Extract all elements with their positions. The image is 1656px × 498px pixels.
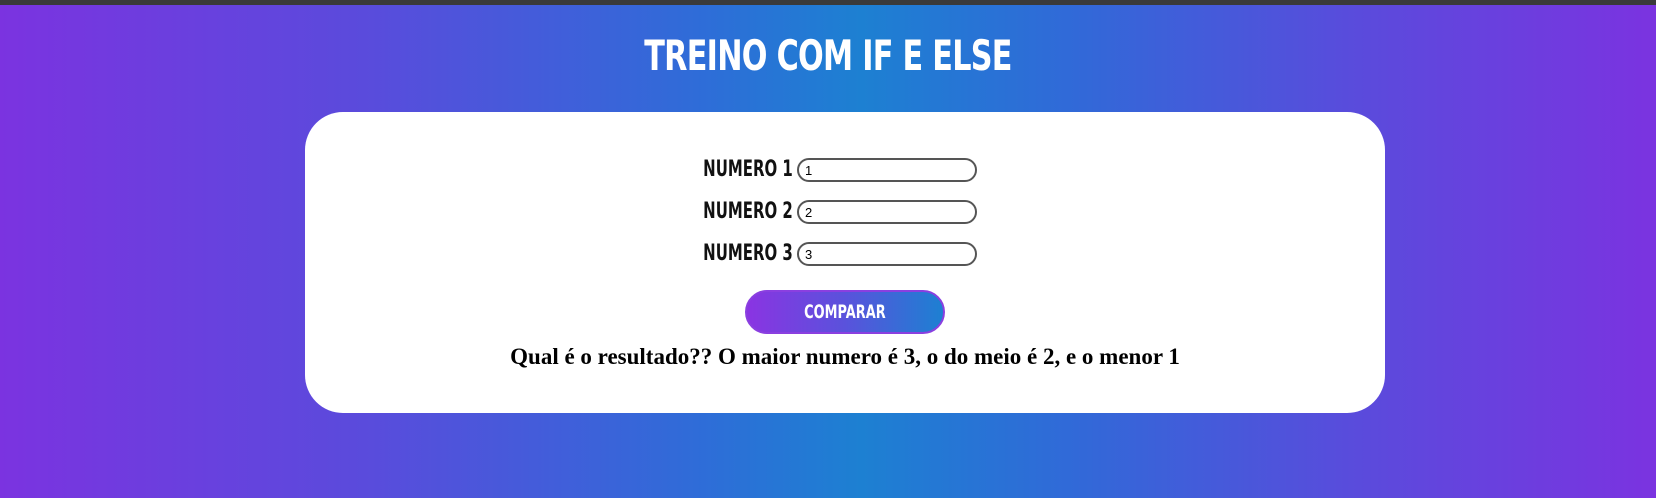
- numero-3-input[interactable]: [797, 242, 977, 266]
- field-row-numero-2: NUMERO 2: [305, 198, 1385, 228]
- numero-1-input[interactable]: [797, 158, 977, 182]
- numero-1-label: NUMERO 1: [703, 157, 793, 182]
- numero-2-label: NUMERO 2: [703, 199, 793, 224]
- numero-3-label: NUMERO 3: [703, 241, 793, 266]
- field-row-numero-3: NUMERO 3: [305, 240, 1385, 270]
- window-top-strip: [0, 0, 1656, 5]
- compare-button[interactable]: COMPARAR: [745, 290, 945, 334]
- result-text: Qual é o resultado?? O maior numero é 3,…: [510, 344, 1180, 369]
- field-row-numero-1: NUMERO 1: [305, 156, 1385, 186]
- form-card: NUMERO 1 NUMERO 2 NUMERO 3 COMPARAR Qual…: [305, 112, 1385, 413]
- numero-2-input[interactable]: [797, 200, 977, 224]
- page-title: TREINO COM IF E ELSE: [644, 31, 1012, 80]
- compare-button-label: COMPARAR: [804, 301, 886, 323]
